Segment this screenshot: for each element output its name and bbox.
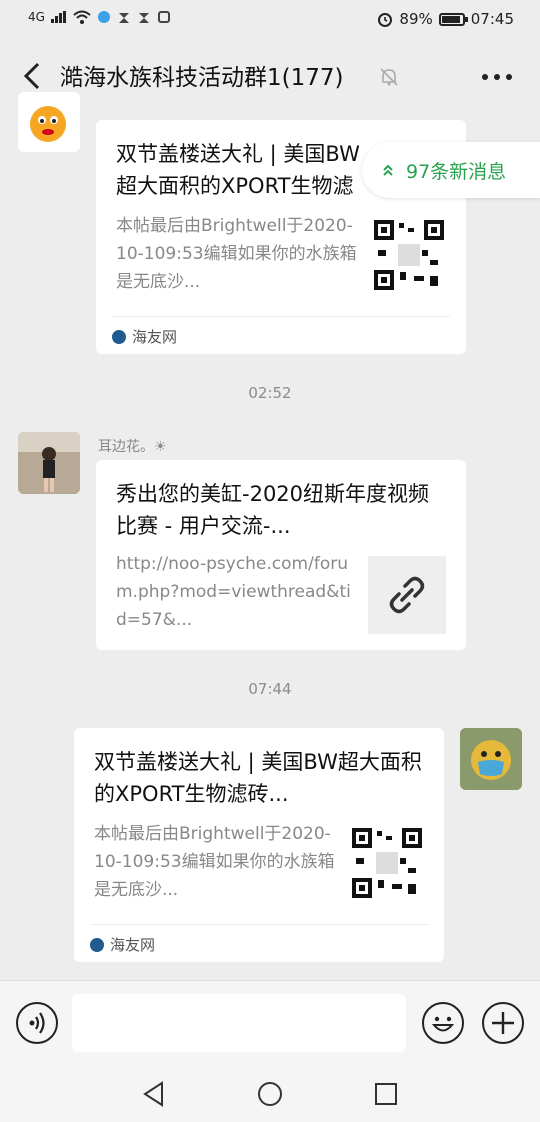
mute-bell-icon [380,68,398,86]
timestamp: 07:44 [248,680,292,698]
card-source: 海友网 [90,934,155,955]
emoji-icon [431,1016,455,1032]
app-notification-icon [97,11,110,23]
qr-code-thumbnail [352,828,422,898]
battery-icon [438,12,468,26]
qr-code-thumbnail [374,220,444,290]
link-thumbnail [368,556,446,634]
back-arrow-icon[interactable] [18,58,48,94]
network-label: 4G [28,10,45,24]
status-time: 07:45 [470,10,514,28]
alarm-icon [378,13,393,27]
nav-home-icon[interactable] [256,1080,284,1108]
card-title: 双节盖楼送大礼 | 美国BW超大面积的XPORT生物滤砖... [116,142,360,198]
source-logo-icon [90,937,104,952]
message-input[interactable] [72,994,406,1052]
plus-button[interactable] [482,1002,524,1044]
double-chevron-up-icon [383,164,393,176]
card-title: 秀出您的美缸-2020纽斯年度视频比赛 - 用户交流-... [116,482,430,538]
chat-title: 澔海水族科技活动群1(177) [60,65,344,91]
emoji-button[interactable] [422,1002,464,1044]
battery-percent: 89% [399,10,433,28]
cartoon-avatar-icon [460,728,522,790]
voice-icon [29,1012,45,1034]
new-messages-button[interactable]: 97条新消息 [362,142,540,198]
card-title: 双节盖楼送大礼 | 美国BW超大面积的XPORT生物滤砖... [94,750,422,806]
system-nav-bar [0,1064,540,1122]
avatar-sender-1[interactable] [18,92,80,152]
cartoon-avatar-icon [30,106,66,142]
status-right: 89% 07:45 [377,10,514,28]
source-label: 海友网 [110,936,156,954]
card-description: 本帖最后由Brightwell于2020-10-109:53编辑如果你的水族箱是… [116,216,357,292]
photo-avatar-icon [18,432,80,494]
more-icon[interactable] [480,66,514,88]
card-divider [90,924,428,925]
nav-back-icon[interactable] [140,1080,168,1108]
timestamp: 02:52 [248,384,292,402]
app-notification-icon-4 [157,11,170,23]
avatar-self[interactable] [460,728,522,790]
source-label: 海友网 [132,328,178,346]
link-card-3[interactable]: 双节盖楼送大礼 | 美国BW超大面积的XPORT生物滤砖... 本帖最后由Bri… [74,728,444,962]
avatar-sender-2[interactable] [18,432,80,494]
nav-recents-icon[interactable] [372,1080,400,1108]
link-icon [389,576,425,614]
card-description: 本帖最后由Brightwell于2020-10-109:53编辑如果你的水族箱是… [94,824,335,900]
chat-header: 澔海水族科技活动群1(177) [0,40,540,112]
sender-name: 耳边花。☀ [98,439,167,455]
app-notification-icon-3 [138,13,149,23]
input-bar [0,980,540,1064]
plus-icon [492,1012,514,1034]
status-bar: 4G 89% 07:45 [0,0,540,40]
source-logo-icon [112,329,126,344]
app-notification-icon-2 [118,13,129,23]
wifi-icon [73,10,91,24]
new-messages-label: 97条新消息 [406,160,507,183]
card-url: http://noo-psyche.com/forum.php?mod=view… [116,554,351,630]
card-source: 海友网 [112,326,177,347]
voice-button[interactable] [16,1002,58,1044]
battery-fill [441,15,460,23]
link-card-2[interactable]: 秀出您的美缸-2020纽斯年度视频比赛 - 用户交流-... http://no… [96,460,466,650]
signal-icon [50,11,66,23]
status-left: 4G [28,10,171,24]
card-divider [112,316,450,317]
